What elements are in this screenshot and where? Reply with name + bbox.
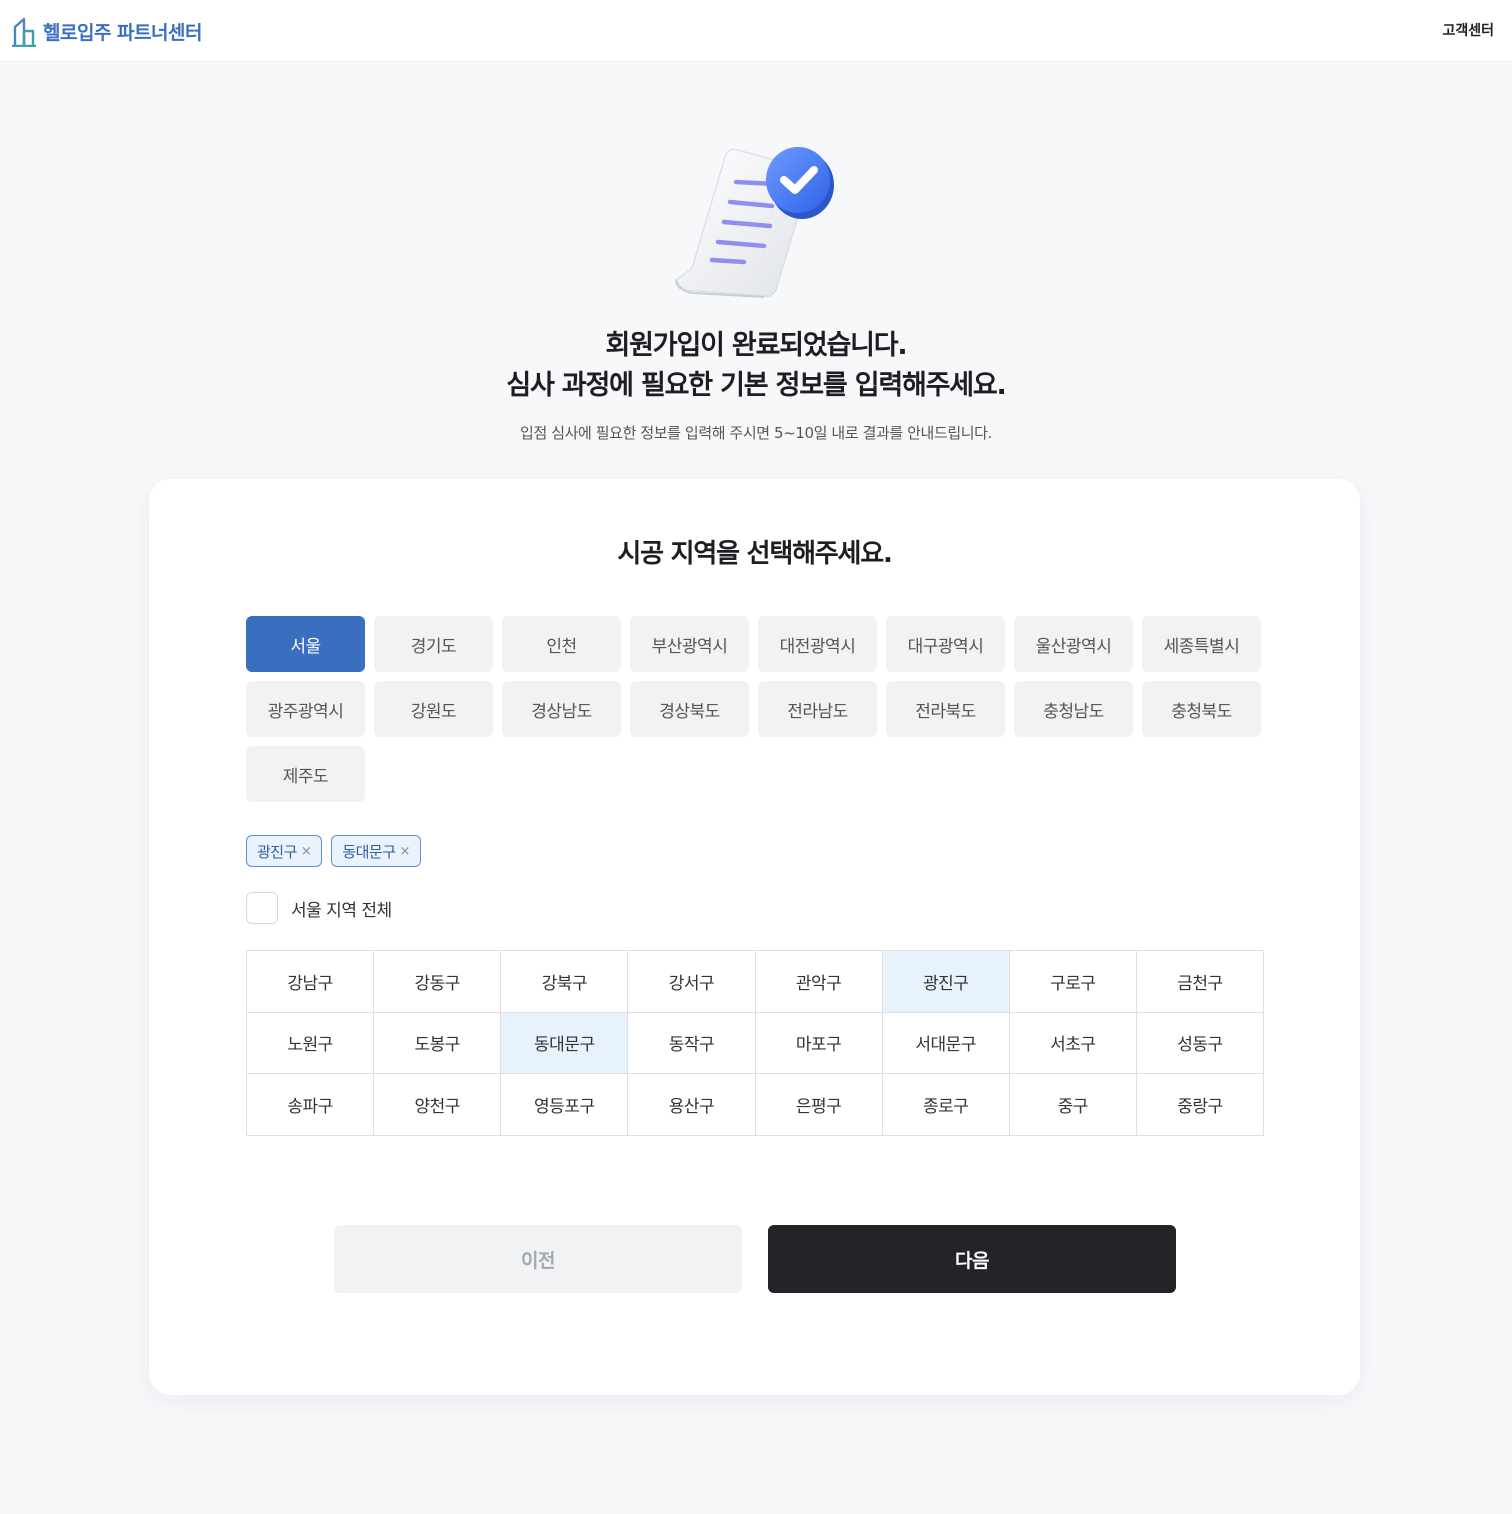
selected-district-chips: 광진구 × 동대문구 × [246,835,421,867]
district-cell[interactable]: 강동구 [374,951,502,1013]
district-cell[interactable]: 금천구 [1136,951,1264,1013]
region-tab[interactable]: 강원도 [374,681,493,737]
district-cell[interactable]: 강서구 [628,951,756,1013]
brand-logo[interactable]: 헬로입주 파트너센터 [11,14,202,48]
select-all-row[interactable]: 서울 지역 전체 [246,892,392,924]
district-cell[interactable]: 광진구 [882,951,1010,1013]
district-cell[interactable]: 중랑구 [1136,1074,1264,1136]
district-cell[interactable]: 도봉구 [374,1012,502,1074]
region-selection-card: 시공 지역을 선택해주세요. 서울 경기도 인천 부산광역시 대전광역시 대구광역시 울산광… [149,479,1360,1395]
close-icon[interactable]: × [400,844,411,859]
district-cell[interactable]: 구로구 [1009,951,1137,1013]
district-cell[interactable]: 동작구 [628,1012,756,1074]
hero-title-line1: 회원가입이 완료되었습니다. [605,330,908,361]
district-grid: 강남구 강동구 강북구 강서구 관악구 광진구 구로구 금천구노원구 도봉구 동대문구 동작구 마포구… [246,950,1264,1136]
region-tab[interactable]: 경상북도 [630,681,749,737]
region-tab[interactable]: 경상남도 [502,681,621,737]
chip-label: 동대문구 [342,842,396,861]
building-logo-icon [12,17,36,47]
region-tab[interactable]: 울산광역시 [1014,616,1133,672]
region-tab[interactable]: 대전광역시 [758,616,877,672]
region-tab[interactable]: 전라남도 [758,681,877,737]
region-tab[interactable]: 세종특별시 [1142,616,1261,672]
district-cell[interactable]: 관악구 [755,951,883,1013]
district-cell[interactable]: 동대문구 [501,1012,629,1074]
select-all-label: 서울 지역 전체 [291,900,392,921]
document-check-icon [675,147,834,298]
region-tab-group: 서울 경기도 인천 부산광역시 대전광역시 대구광역시 울산광역시 세종특별시광주광역시 강원도… [246,616,1266,802]
district-cell[interactable]: 강북구 [501,951,629,1013]
district-cell[interactable]: 종로구 [882,1074,1010,1136]
card-title: 시공 지역을 선택해주세요. [617,539,893,569]
district-cell[interactable]: 양천구 [374,1074,502,1136]
district-cell[interactable]: 서대문구 [882,1012,1010,1074]
district-cell[interactable]: 중구 [1009,1074,1137,1136]
selected-district-chip[interactable]: 동대문구 × [331,835,421,867]
customer-center-link[interactable]: 고객센터 [1442,20,1494,40]
district-cell[interactable]: 성동구 [1136,1012,1264,1074]
region-tab[interactable]: 충청남도 [1014,681,1133,737]
select-all-checkbox[interactable] [246,892,278,924]
hero-title-line2: 심사 과정에 필요한 기본 정보를 입력해주세요. [506,370,1006,401]
region-tab[interactable]: 대구광역시 [886,616,1005,672]
chip-label: 광진구 [257,842,297,861]
district-cell[interactable]: 노원구 [247,1012,375,1074]
district-cell[interactable]: 은평구 [755,1074,883,1136]
selected-district-chip[interactable]: 광진구 × [246,835,323,867]
district-cell[interactable]: 용산구 [628,1074,756,1136]
region-tab[interactable]: 광주광역시 [246,681,365,737]
region-tab[interactable]: 제주도 [246,746,365,802]
district-cell[interactable]: 마포구 [755,1012,883,1074]
region-tab[interactable]: 경기도 [374,616,493,672]
prev-button[interactable]: 이전 [334,1225,742,1293]
district-cell[interactable]: 서초구 [1009,1012,1137,1074]
brand-name: 헬로입주 파트너센터 [43,21,202,44]
district-cell[interactable]: 강남구 [247,951,375,1013]
region-tab[interactable]: 인천 [502,616,621,672]
region-tab[interactable]: 서울 [246,616,365,672]
hero-subtitle: 입점 심사에 필요한 정보를 입력해 주시면 5~10일 내로 결과를 안내드립… [520,424,992,442]
top-navigation-bar: 헬로입주 파트너센터 고객센터 [0,0,1512,62]
district-cell[interactable]: 영등포구 [501,1074,629,1136]
region-tab[interactable]: 전라북도 [886,681,1005,737]
close-icon[interactable]: × [301,844,312,859]
region-tab[interactable]: 부산광역시 [630,616,749,672]
next-button[interactable]: 다음 [768,1225,1176,1293]
district-cell[interactable]: 송파구 [247,1074,375,1136]
region-tab[interactable]: 충청북도 [1142,681,1261,737]
